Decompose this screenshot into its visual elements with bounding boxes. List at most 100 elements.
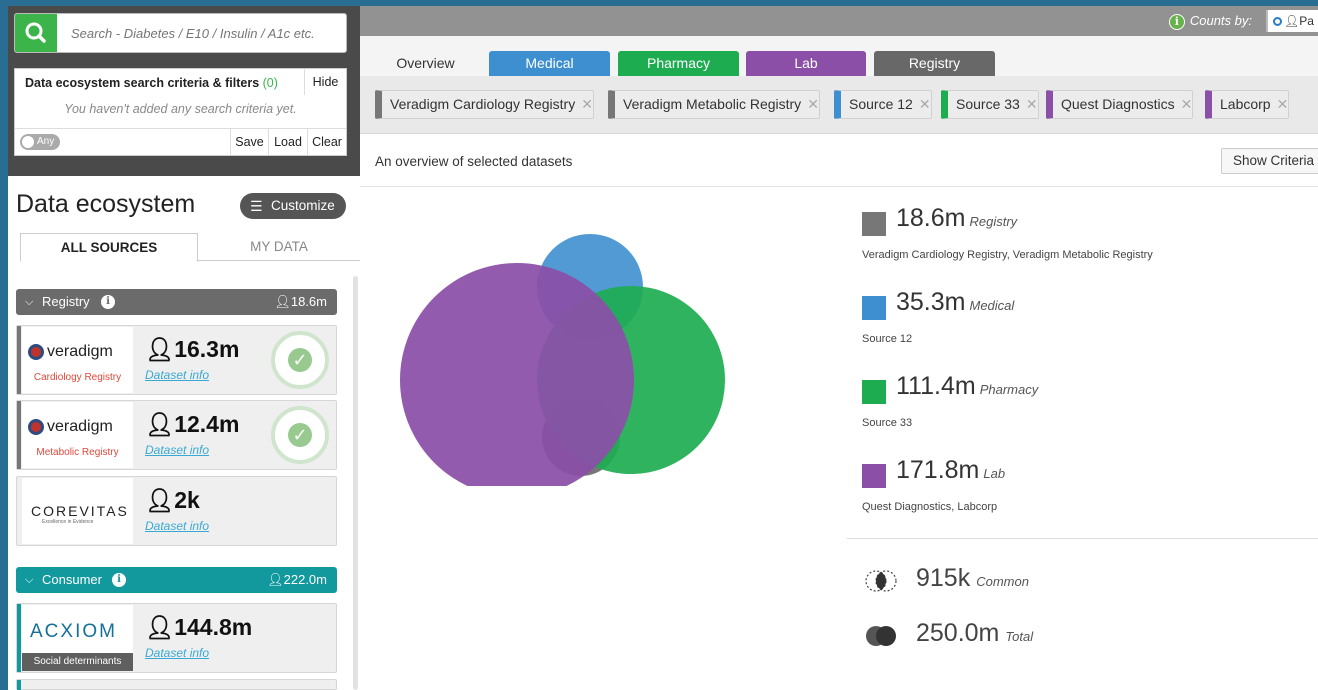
sliders-icon: ☰: [250, 198, 263, 214]
load-button[interactable]: Load: [268, 129, 307, 155]
source-chip[interactable]: Source 12 ✕: [834, 90, 932, 119]
criteria-footer: Any Save Load Clear: [15, 128, 346, 155]
hide-button[interactable]: Hide: [304, 69, 346, 95]
logo-subtitle: Excellence in Evidence: [42, 519, 94, 525]
logo-subtitle: Metabolic Registry: [36, 447, 119, 458]
source-chip[interactable]: Veradigm Metabolic Registry ✕: [608, 90, 820, 119]
source-chip[interactable]: Veradigm Cardiology Registry ✕: [375, 90, 594, 119]
veradigm-icon: [28, 419, 44, 435]
dataset-count-value: 12.4m: [174, 411, 240, 437]
tab-pharmacy[interactable]: Pharmacy: [618, 51, 739, 76]
stat-sources: Quest Diagnostics, Labcorp: [862, 501, 998, 513]
stat-sources: Source 12: [862, 333, 913, 345]
tab-all-sources[interactable]: ALL SOURCES: [20, 233, 198, 262]
summary-number: 915k: [916, 564, 971, 592]
chip-label: Source 33: [956, 96, 1020, 112]
acxiom-logo: ACXIOM Social determinants: [22, 605, 133, 671]
criteria-box: Data ecosystem search criteria & filters…: [14, 68, 347, 156]
any-toggle[interactable]: Any: [20, 134, 60, 150]
source-chip[interactable]: Quest Diagnostics ✕: [1046, 90, 1194, 119]
top-bar: i Counts by: 👤︎Pa: [360, 6, 1318, 36]
scrollbar[interactable]: [353, 276, 358, 690]
info-icon[interactable]: i: [112, 573, 126, 587]
close-icon[interactable]: ✕: [919, 96, 931, 112]
search-input[interactable]: [65, 14, 340, 52]
logo-text: COREVITAS: [31, 503, 129, 519]
stat-number: 35.3m: [896, 288, 966, 316]
veradigm-logo: veradigm Metabolic Registry: [22, 402, 133, 468]
selected-check-icon[interactable]: ✓: [271, 331, 329, 389]
divider: [847, 538, 1318, 539]
show-criteria-button[interactable]: Show Criteria: [1221, 148, 1318, 174]
stat-category: Medical: [969, 298, 1015, 313]
summary-value: 250.0m Total: [916, 619, 1033, 648]
dataset-card-corevitas[interactable]: COREVITAS Excellence in Evidence 👤︎2k Da…: [16, 476, 337, 546]
radio-icon[interactable]: [1273, 17, 1282, 26]
stat-value: 18.6m Registry: [896, 204, 1017, 233]
dataset-count-value: 144.8m: [174, 614, 253, 640]
selected-sources: Veradigm Cardiology Registry ✕ Veradigm M…: [360, 76, 1318, 134]
close-icon[interactable]: ✕: [1277, 96, 1289, 112]
close-icon[interactable]: ✕: [1026, 96, 1038, 112]
tab-lab[interactable]: Lab: [746, 51, 866, 76]
source-tabs: ALL SOURCES MY DATA: [20, 233, 360, 262]
stat-number: 18.6m: [896, 204, 966, 232]
dataset-count-value: 16.3m: [174, 336, 240, 362]
stat-number: 171.8m: [896, 456, 980, 484]
dataset-info-link[interactable]: Dataset info: [145, 368, 209, 382]
common-overlap-icon: [865, 570, 897, 592]
ecosystem-title: Data ecosystem: [16, 190, 196, 218]
logo-subtitle: Social determinants: [22, 653, 133, 671]
venn-circle-lab: [400, 263, 634, 486]
dataset-card-acxiom[interactable]: ACXIOM Social determinants 👤︎144.8m Data…: [16, 603, 337, 673]
info-icon[interactable]: i: [101, 295, 115, 309]
close-icon[interactable]: ✕: [1181, 96, 1193, 112]
divider: [360, 186, 1318, 187]
source-chip[interactable]: Labcorp ✕: [1205, 90, 1290, 119]
group-header-consumer[interactable]: ⌵ Consumer i 👤︎222.0m: [16, 567, 337, 593]
card-stripe: [17, 326, 21, 394]
group-count: 👤︎18.6m: [274, 289, 327, 315]
total-union-icon: [866, 626, 896, 646]
criteria-title: Data ecosystem search criteria & filters…: [25, 76, 278, 90]
group-count: 👤︎222.0m: [267, 567, 327, 593]
chip-label: Quest Diagnostics: [1061, 96, 1175, 112]
tab-overview[interactable]: Overview: [368, 51, 483, 78]
stat-category: Pharmacy: [979, 382, 1039, 397]
veradigm-icon: [28, 344, 44, 360]
tab-registry[interactable]: Registry: [874, 51, 995, 76]
source-chip[interactable]: Source 33 ✕: [941, 90, 1039, 119]
criteria-title-text: Data ecosystem search criteria & filters: [25, 76, 260, 90]
info-icon[interactable]: i: [1168, 14, 1185, 30]
counts-by-label: Counts by:: [1189, 13, 1252, 28]
close-icon[interactable]: ✕: [807, 96, 819, 112]
counts-by-toggle[interactable]: 👤︎Pa: [1266, 10, 1318, 32]
dataset-card-partial[interactable]: [16, 679, 337, 690]
dataset-info-link[interactable]: Dataset info: [145, 519, 209, 533]
save-button[interactable]: Save: [230, 129, 268, 155]
stat-sources: Veradigm Cardiology Registry, Veradigm M…: [862, 249, 1153, 261]
close-icon[interactable]: ✕: [581, 96, 593, 112]
overview-label: An overview of selected datasets: [375, 154, 573, 169]
check-icon: ✓: [292, 350, 308, 370]
dataset-card-cardiology[interactable]: veradigm Cardiology Registry 👤︎16.3m Dat…: [16, 325, 337, 395]
dataset-info-link[interactable]: Dataset info: [145, 443, 209, 457]
card-stripe: [17, 401, 21, 469]
customize-label: Customize: [271, 198, 335, 213]
dataset-info-link[interactable]: Dataset info: [145, 646, 209, 660]
legend-swatch: [862, 212, 886, 236]
clear-button[interactable]: Clear: [307, 129, 346, 155]
dataset-card-metabolic[interactable]: veradigm Metabolic Registry 👤︎12.4m Data…: [16, 400, 337, 470]
legend-swatch: [862, 380, 886, 404]
group-header-registry[interactable]: ⌵ Registry i 👤︎18.6m: [16, 289, 337, 315]
selected-check-icon[interactable]: ✓: [271, 406, 329, 464]
search-button[interactable]: [15, 14, 57, 52]
dataset-count: 👤︎16.3m: [145, 336, 239, 363]
customize-button[interactable]: ☰ Customize: [240, 193, 346, 219]
search-box[interactable]: [14, 13, 347, 53]
person-icon: 👤︎: [274, 294, 291, 309]
tab-medical[interactable]: Medical: [489, 51, 610, 76]
any-toggle-label: Any: [37, 136, 55, 147]
tab-my-data[interactable]: MY DATA: [198, 233, 360, 261]
legend-swatch: [862, 296, 886, 320]
